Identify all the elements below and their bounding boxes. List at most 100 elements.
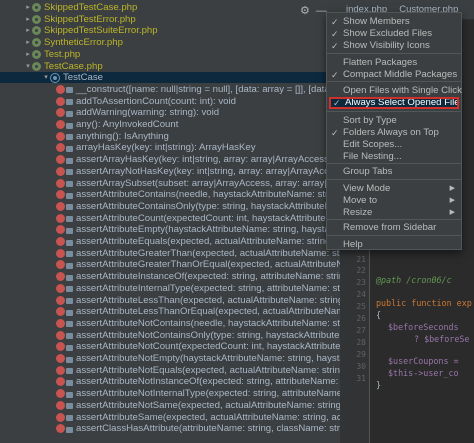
tree-method-item[interactable]: assertClassHasAttribute(attributeName: s…: [0, 423, 340, 434]
menu-item-sort-by-type[interactable]: Sort by Type: [327, 115, 461, 127]
menu-item-label: Remove from Sidebar: [343, 222, 437, 233]
method-icon: [56, 412, 65, 422]
tree-method-item[interactable]: assertAttributeNotCount(expectedCount: i…: [0, 341, 340, 352]
code-line-29[interactable]: $this->user_co: [388, 368, 459, 378]
tree-method-item[interactable]: assertArraySubset(subset: array|ArrayAcc…: [0, 178, 340, 189]
lock-icon: [66, 309, 73, 316]
menu-item-label: Move to: [343, 195, 378, 206]
tree-method-item[interactable]: addToAssertionCount(count: int): void: [0, 96, 340, 107]
line-number: 28: [356, 338, 366, 347]
expand-arrow-icon[interactable]: ▾: [42, 72, 50, 83]
lock-icon: [66, 192, 73, 199]
tree-method-item[interactable]: assertArrayHasKey(key: int|string, array…: [0, 154, 340, 165]
tree-item-label: Test.php: [44, 48, 81, 60]
tree-method-item[interactable]: assertAttributeNotContains(needle, hayst…: [0, 318, 340, 329]
tree-file-item[interactable]: ▸ SkippedTestError.php: [0, 14, 340, 25]
code-line-28[interactable]: $userCoupons =: [388, 356, 459, 366]
tree-method-item[interactable]: assertAttributeGreaterThanOrEqual(expect…: [0, 259, 340, 270]
tree-method-item[interactable]: assertAttributeCount(expectedCount: int,…: [0, 213, 340, 224]
tree-method-item[interactable]: assertAttributeSame(expected, actualAttr…: [0, 412, 340, 423]
expand-arrow-icon[interactable]: ▸: [24, 2, 32, 13]
tree-method-item[interactable]: arrayHasKey(key: int|string): ArrayHasKe…: [0, 142, 340, 153]
tree-method-item[interactable]: assertAttributeEquals(expected, actualAt…: [0, 236, 340, 247]
tree-method-item[interactable]: assertAttributeEmpty(haystackAttributeNa…: [0, 224, 340, 235]
expand-arrow-icon[interactable]: ▸: [24, 37, 32, 48]
method-signature: assertAttributeCount(expectedCount: int,…: [76, 212, 340, 224]
expand-arrow-icon[interactable]: ▸: [24, 25, 32, 36]
code-line-26[interactable]: ? $beforeSe: [414, 334, 469, 344]
expand-arrow-icon[interactable]: ▸: [24, 49, 32, 60]
menu-item-show-excluded-files[interactable]: ✓ Show Excluded Files: [327, 28, 461, 40]
menu-item-label: Always Select Opened File: [345, 97, 460, 108]
menu-separator: [327, 219, 461, 220]
checkmark-icon: ✓: [331, 128, 339, 138]
tree-file-item[interactable]: ▾ TestCase.php: [0, 61, 340, 72]
method-signature: assertAttributeGreaterThanOrEqual(expect…: [76, 259, 340, 271]
tree-method-item[interactable]: assertAttributeLessThan(expected, actual…: [0, 295, 340, 306]
code-line-25[interactable]: $beforeSeconds: [388, 322, 459, 332]
tree-method-item[interactable]: anything(): IsAnything: [0, 131, 340, 142]
menu-item-flatten-packages[interactable]: Flatten Packages: [327, 57, 461, 69]
menu-item-edit-scopes[interactable]: Edit Scopes...: [327, 139, 461, 151]
tree-method-item[interactable]: assertAttributeNotContainsOnly(type: str…: [0, 330, 340, 341]
tree-method-item[interactable]: assertAttributeInstanceOf(expected: stri…: [0, 271, 340, 282]
php-file-icon: [32, 61, 41, 71]
menu-item-open-files-single-click[interactable]: Open Files with Single Click: [327, 85, 462, 97]
line-number: 23: [356, 278, 366, 287]
method-signature: assertAttributeInternalType(expected: st…: [76, 282, 340, 294]
menu-item-show-members[interactable]: ✓ Show Members: [327, 16, 461, 28]
menu-item-move-to[interactable]: Move to ▶: [327, 195, 461, 207]
method-signature: assertAttributeNotInstanceOf(expected: s…: [76, 376, 340, 388]
tree-file-item[interactable]: ▸ SkippedTestCase.php: [0, 2, 340, 13]
tree-file-item[interactable]: ▸ SkippedTestSuiteError.php: [0, 25, 340, 36]
code-line-24[interactable]: {: [376, 310, 381, 320]
method-icon: [56, 143, 65, 153]
method-signature: addToAssertionCount(count: int): void: [76, 95, 236, 107]
tree-file-item[interactable]: ▸ Test.php: [0, 49, 340, 60]
tree-method-item[interactable]: addWarning(warning: string): void: [0, 107, 340, 118]
tree-method-item[interactable]: assertAttributeNotSame(expected, actualA…: [0, 400, 340, 411]
menu-item-show-visibility-icons[interactable]: ✓ Show Visibility Icons: [327, 40, 461, 52]
tree-method-item[interactable]: assertAttributeContains(needle, haystack…: [0, 189, 340, 200]
tree-method-item[interactable]: assertAttributeNotEmpty(haystackAttribut…: [0, 353, 340, 364]
lock-icon: [66, 251, 73, 258]
menu-item-view-mode[interactable]: View Mode ▶: [327, 183, 461, 195]
lock-icon: [66, 122, 73, 129]
code-line-23[interactable]: public function exp: [376, 298, 472, 308]
tree-method-item[interactable]: assertAttributeInternalType(expected: st…: [0, 283, 340, 294]
menu-item-remove-from-sidebar[interactable]: Remove from Sidebar: [327, 222, 461, 234]
menu-item-group-tabs[interactable]: Group Tabs: [327, 166, 461, 178]
expand-arrow-icon[interactable]: ▸: [24, 14, 32, 25]
method-signature: assertAttributeInstanceOf(expected: stri…: [76, 271, 340, 283]
tree-method-item[interactable]: __construct([name: null|string = null], …: [0, 84, 340, 95]
lock-icon: [66, 379, 73, 386]
menu-item-help[interactable]: Help: [327, 239, 461, 251]
tree-method-item[interactable]: assertAttributeLessThanOrEqual(expected,…: [0, 306, 340, 317]
code-line-21[interactable]: @path /cron06/c: [376, 275, 452, 285]
tree-method-item[interactable]: assertAttributeNotEquals(expected, actua…: [0, 365, 340, 376]
tree-method-item[interactable]: assertAttributeNotInstanceOf(expected: s…: [0, 376, 340, 387]
tree-method-item[interactable]: assertAttributeContainsOnly(type: string…: [0, 201, 340, 212]
tree-file-item[interactable]: ▸ SyntheticError.php: [0, 37, 340, 48]
menu-item-file-nesting[interactable]: File Nesting...: [327, 151, 461, 163]
gear-icon[interactable]: ⚙: [300, 2, 310, 20]
method-signature: assertAttributeNotSame(expected, actualA…: [76, 399, 340, 411]
line-number: 24: [356, 290, 366, 299]
method-signature: assertAttributeEquals(expected, actualAt…: [76, 236, 340, 247]
menu-item-label: Resize: [343, 207, 373, 218]
tree-method-item[interactable]: assertAttributeGreaterThan(expected, act…: [0, 248, 340, 259]
menu-item-compact-middle-packages[interactable]: ✓ Compact Middle Packages: [327, 69, 461, 81]
menu-item-always-select-opened-file[interactable]: ✓ Always Select Opened File: [329, 97, 460, 109]
method-icon: [56, 377, 65, 387]
lock-icon: [66, 216, 73, 223]
code-line-30[interactable]: }: [376, 380, 381, 390]
checkmark-icon: ✓: [331, 17, 339, 27]
menu-item-resize[interactable]: Resize ▶: [327, 207, 461, 219]
line-number: 31: [356, 374, 366, 383]
tree-class-node[interactable]: ▾ TestCase: [0, 72, 340, 84]
expand-arrow-icon[interactable]: ▾: [24, 61, 32, 72]
tree-method-item[interactable]: assertArrayNotHasKey(key: int|string, ar…: [0, 166, 340, 177]
menu-item-folders-always-on-top[interactable]: ✓ Folders Always on Top: [327, 127, 461, 139]
tree-method-item[interactable]: any(): AnyInvokedCount: [0, 119, 340, 130]
tree-method-item[interactable]: assertAttributeNotInternalType(expected:…: [0, 388, 340, 399]
